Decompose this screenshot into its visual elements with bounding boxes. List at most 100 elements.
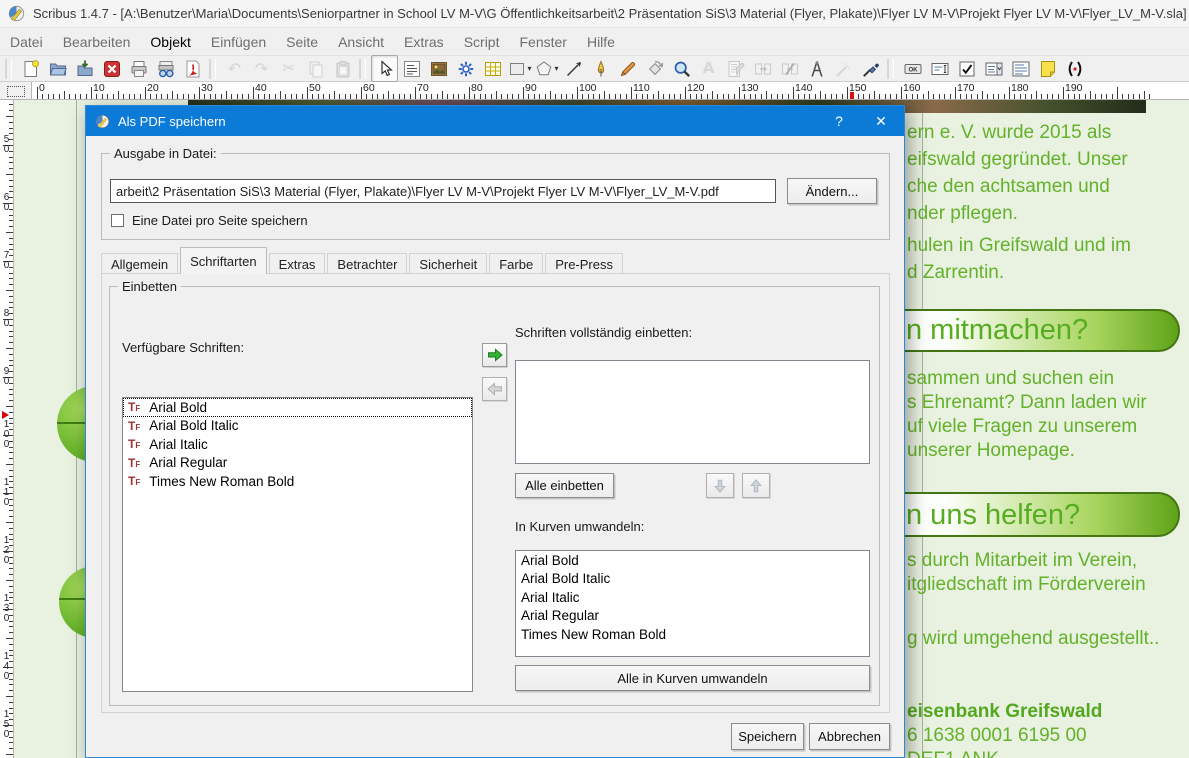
pdf-combo-box-button[interactable] [980, 55, 1007, 82]
ruler-tick [728, 94, 729, 99]
horizontal-ruler[interactable]: 0102030405060708090100110120130140150160… [32, 82, 1189, 100]
ruler-tick [491, 94, 492, 99]
outline-all-button[interactable]: Alle in Kurven umwandeln [515, 665, 870, 691]
menu-hilfe[interactable]: Hilfe [577, 31, 625, 53]
font-list-item[interactable]: Arial Bold [516, 551, 869, 570]
font-list-item[interactable]: Arial Italic [516, 588, 869, 607]
insert-freehand-button[interactable] [614, 55, 641, 82]
zoom-tool-button[interactable] [668, 55, 695, 82]
pdf-check-box-button[interactable] [953, 55, 980, 82]
pdf-text-field-button[interactable] [926, 55, 953, 82]
cut-icon: ✂ [282, 61, 295, 76]
save-document-button[interactable] [71, 55, 98, 82]
menu-einf-gen[interactable]: Einfügen [201, 31, 276, 53]
menu-bearbeiten[interactable]: Bearbeiten [53, 31, 141, 53]
cancel-button[interactable]: Abbrechen [809, 723, 890, 750]
insert-polygon-button[interactable]: ▾ [533, 55, 560, 82]
output-path-input[interactable]: arbeit\2 Präsentation SiS\3 Material (Fl… [110, 179, 776, 203]
change-path-button[interactable]: Ändern... [787, 178, 877, 204]
eye-dropper-button[interactable] [857, 55, 884, 82]
ruler-tick [334, 91, 335, 99]
insert-image-frame-button[interactable] [425, 55, 452, 82]
menu-extras[interactable]: Extras [394, 31, 454, 53]
ruler-tick [879, 94, 880, 99]
ruler-tick [9, 412, 13, 413]
chevron-down-icon[interactable]: ▾ [554, 64, 558, 73]
ruler-tick [555, 94, 556, 99]
menu-objekt[interactable]: Objekt [140, 31, 200, 53]
print-document-button[interactable] [125, 55, 152, 82]
font-list-item[interactable]: TFArial Italic [123, 435, 472, 454]
copy-properties-icon [834, 59, 854, 79]
measurements-button[interactable] [803, 55, 830, 82]
chevron-down-icon[interactable]: ▾ [527, 64, 531, 73]
preflight-verifier-button[interactable] [152, 55, 179, 82]
ruler-tick [145, 87, 146, 99]
tab-betrachter[interactable]: Betrachter [327, 253, 407, 274]
ruler-tick [231, 94, 232, 99]
ruler-tick [296, 94, 297, 99]
ruler-tick [501, 94, 502, 99]
unlink-text-frames-icon [780, 59, 800, 79]
font-list-item[interactable]: Arial Regular [516, 607, 869, 626]
one-file-per-page-checkbox[interactable] [111, 214, 124, 227]
font-list-item[interactable]: TFTimes New Roman Bold [123, 472, 472, 491]
font-list-item[interactable]: TFArial Regular [123, 454, 472, 473]
insert-text-frame-button[interactable] [398, 55, 425, 82]
rotate-item-button[interactable] [641, 55, 668, 82]
select-item-button[interactable] [371, 55, 398, 82]
vertical-ruler[interactable]: 5 06 07 08 09 01 0 01 1 01 2 01 3 01 4 0… [0, 100, 14, 758]
ruler-tick [923, 94, 924, 99]
menu-fenster[interactable]: Fenster [509, 31, 576, 53]
pdf-text-annotation-button[interactable] [1034, 55, 1061, 82]
one-file-per-page-label[interactable]: Eine Datei pro Seite speichern [132, 213, 308, 228]
close-document-button[interactable] [98, 55, 125, 82]
tab-extras[interactable]: Extras [269, 253, 326, 274]
menu-ansicht[interactable]: Ansicht [328, 31, 394, 53]
redo-icon: ↷ [255, 61, 268, 77]
font-list-item[interactable]: TFArial Bold Italic [123, 417, 472, 436]
cut-glyph: ✂ [282, 61, 295, 76]
ruler-tick [9, 528, 13, 529]
font-list-item[interactable]: Times New Roman Bold [516, 625, 869, 644]
embed-font-button[interactable] [482, 343, 507, 367]
export-pdf-button[interactable] [179, 55, 206, 82]
insert-render-frame-button[interactable] [452, 55, 479, 82]
menu-seite[interactable]: Seite [276, 31, 328, 53]
embed-all-button[interactable]: Alle einbetten [515, 473, 614, 498]
tab-schriftarten[interactable]: Schriftarten [180, 247, 266, 274]
embedded-fonts-list[interactable] [515, 360, 870, 464]
ruler-tick [777, 94, 778, 99]
font-list-item[interactable]: TFArial Bold [123, 398, 472, 417]
pdf-link-annotation-button[interactable] [1061, 55, 1088, 82]
font-list-item[interactable]: Arial Bold Italic [516, 570, 869, 589]
pdf-list-box-button[interactable] [1007, 55, 1034, 82]
dialog-titlebar[interactable]: Als PDF speichern [86, 106, 904, 136]
insert-shape-button[interactable]: ▾ [506, 55, 533, 82]
pdf-link-annotation-icon [1065, 59, 1085, 79]
save-button[interactable]: Speichern [731, 723, 804, 750]
insert-bezier-button[interactable] [587, 55, 614, 82]
ruler-label: 1 3 0 [1, 594, 12, 624]
dialog-close-button[interactable]: ✕ [860, 106, 902, 136]
menu-script[interactable]: Script [454, 31, 510, 53]
ruler-tick [9, 574, 13, 575]
dialog-help-button[interactable]: ? [818, 106, 860, 136]
open-document-button[interactable] [44, 55, 71, 82]
arrow-up-icon [748, 478, 764, 494]
outline-fonts-list[interactable]: Arial BoldArial Bold ItalicArial ItalicA… [515, 550, 870, 657]
insert-table-button[interactable] [479, 55, 506, 82]
insert-line-button[interactable] [560, 55, 587, 82]
new-document-button[interactable] [17, 55, 44, 82]
available-fonts-list[interactable]: TFArial BoldTFArial Bold ItalicTFArial I… [122, 397, 473, 692]
tab-sicherheit[interactable]: Sicherheit [409, 253, 487, 274]
ruler-tick [523, 87, 524, 99]
menu-datei[interactable]: Datei [0, 31, 53, 53]
tab-pre-press[interactable]: Pre-Press [545, 253, 623, 274]
ruler-origin-box[interactable] [0, 82, 32, 100]
pdf-push-button-button[interactable]: OK [899, 55, 926, 82]
ruler-tick [59, 94, 60, 99]
zoom-tool-icon [672, 59, 692, 79]
tab-allgemein[interactable]: Allgemein [101, 253, 178, 274]
tab-farbe[interactable]: Farbe [489, 253, 543, 274]
